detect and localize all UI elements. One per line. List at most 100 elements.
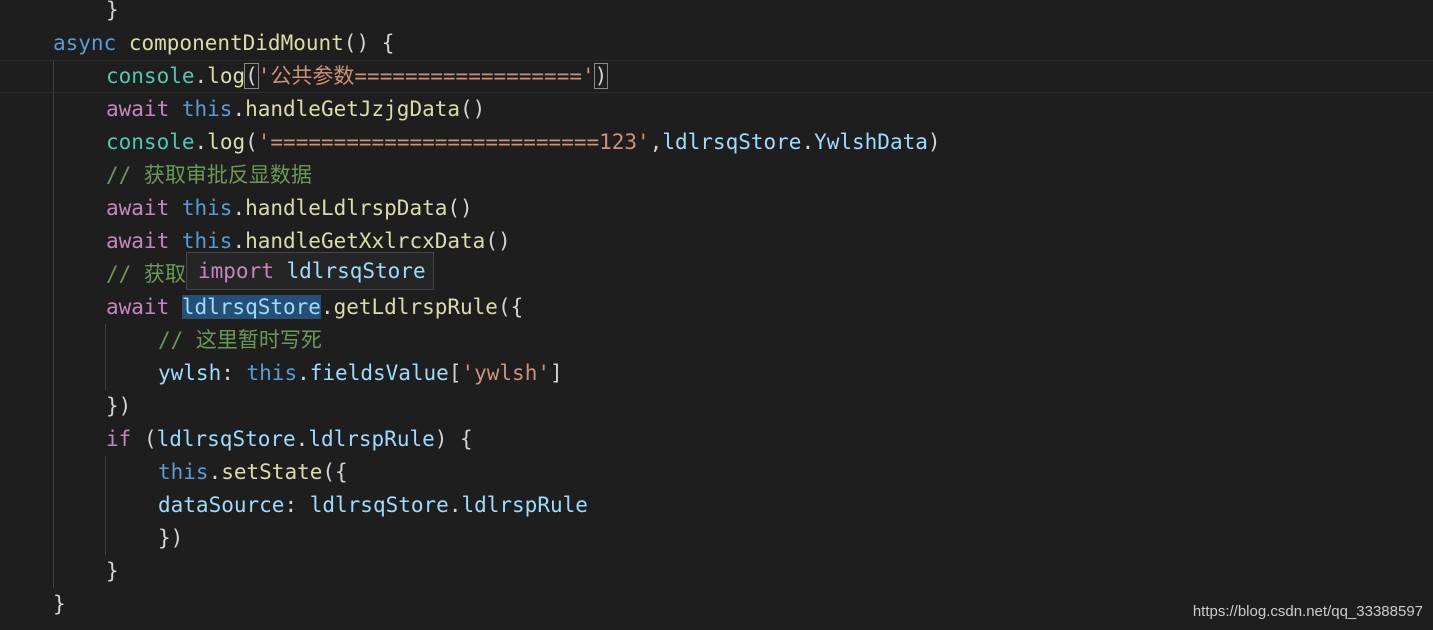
code-token: this bbox=[181, 196, 233, 220]
code-token: ldlrsqStore bbox=[181, 295, 321, 319]
hover-keyword: import bbox=[198, 259, 274, 283]
code-token: this bbox=[181, 97, 233, 121]
code-token: 'ywlsh' bbox=[461, 361, 550, 385]
code-token: ) bbox=[593, 63, 609, 89]
code-text: dataSource: ldlrsqStore.ldlrspRule bbox=[158, 489, 588, 522]
code-token: ywlsh bbox=[158, 361, 222, 385]
code-text: // 获取 bbox=[106, 258, 186, 291]
code-token: log bbox=[207, 64, 246, 88]
code-text: // 这里暂时写死 bbox=[158, 324, 322, 357]
code-token: '公共参数==================' bbox=[257, 64, 595, 88]
code-token: await bbox=[106, 229, 182, 253]
code-token: . bbox=[801, 130, 815, 154]
code-line[interactable]: this.setState({ bbox=[0, 456, 1433, 489]
code-line[interactable]: }) bbox=[0, 390, 1433, 423]
code-line[interactable]: // 这里暂时写死 bbox=[0, 324, 1433, 357]
code-text: // 获取审批反显数据 bbox=[106, 159, 312, 192]
code-token: '==========================123' bbox=[257, 130, 650, 154]
code-token: () bbox=[460, 97, 486, 121]
code-text: } bbox=[106, 0, 119, 27]
code-line[interactable]: console.log('公共参数==================') bbox=[0, 60, 1433, 93]
code-token: () bbox=[485, 229, 511, 253]
code-text: } bbox=[53, 588, 66, 621]
code-token: . bbox=[232, 97, 246, 121]
code-token: log bbox=[207, 130, 246, 154]
code-line[interactable]: }) bbox=[0, 522, 1433, 555]
code-token: . bbox=[208, 460, 222, 484]
code-token: ldlrspRule bbox=[461, 493, 588, 517]
code-text: console.log('公共参数==================') bbox=[106, 60, 609, 93]
code-token: . bbox=[297, 361, 310, 385]
code-line[interactable]: async componentDidMount() { bbox=[0, 27, 1433, 60]
code-text: console.log('==========================1… bbox=[106, 126, 941, 159]
code-line[interactable]: if (ldlrsqStore.ldlrspRule) { bbox=[0, 423, 1433, 456]
code-token: // 获取审批反显数据 bbox=[106, 163, 312, 187]
code-text: }) bbox=[106, 390, 131, 423]
code-token: setState bbox=[221, 460, 323, 484]
code-token: : bbox=[284, 493, 310, 517]
code-editor[interactable]: } async componentDidMount() {console.log(… bbox=[0, 0, 1433, 630]
code-token: ({ bbox=[322, 460, 348, 484]
code-token: this bbox=[181, 229, 233, 253]
code-text: }) bbox=[158, 522, 183, 555]
code-line[interactable]: await ldlrsqStore.getLdlrspRule({ bbox=[0, 291, 1433, 324]
code-text: await this.handleLdlrspData() bbox=[106, 192, 473, 225]
code-line[interactable]: await this.handleLdlrspData() bbox=[0, 192, 1433, 225]
code-token: ) bbox=[927, 130, 941, 154]
code-token: . bbox=[194, 130, 208, 154]
code-line[interactable]: ywlsh: this.fieldsValue['ywlsh'] bbox=[0, 357, 1433, 390]
code-token: handleGetXxlrcxData bbox=[245, 229, 486, 253]
code-token: ldlrsqStore bbox=[156, 427, 296, 451]
code-token: } bbox=[53, 592, 66, 616]
code-text: this.setState({ bbox=[158, 456, 348, 489]
code-token: . bbox=[295, 427, 309, 451]
watermark: https://blog.csdn.net/qq_33388597 bbox=[1192, 603, 1423, 620]
code-token: ldlrspRule bbox=[308, 427, 435, 451]
code-token: . bbox=[232, 229, 246, 253]
code-token: }) bbox=[158, 526, 184, 550]
code-text: if (ldlrsqStore.ldlrspRule) { bbox=[106, 423, 473, 456]
code-token: YwlshData bbox=[814, 130, 928, 154]
code-token: ( bbox=[245, 130, 258, 154]
code-token: , bbox=[649, 130, 663, 154]
code-token: ldlrsqStore bbox=[662, 130, 802, 154]
code-line[interactable]: await this.handleGetJzjgData() bbox=[0, 93, 1433, 126]
code-token: handleGetJzjgData bbox=[245, 97, 461, 121]
code-token: } bbox=[106, 559, 119, 583]
code-line[interactable]: dataSource: ldlrsqStore.ldlrspRule bbox=[0, 489, 1433, 522]
code-line[interactable]: } bbox=[0, 555, 1433, 588]
code-token: await bbox=[106, 196, 182, 220]
code-token: ldlrsqStore bbox=[309, 493, 449, 517]
code-token: . bbox=[194, 64, 208, 88]
code-token: await bbox=[106, 97, 182, 121]
code-token: // 这里暂时写死 bbox=[158, 328, 322, 352]
code-token: // 获取 bbox=[106, 262, 186, 286]
code-token: . bbox=[232, 196, 246, 220]
code-token: console bbox=[106, 130, 195, 154]
code-token: async bbox=[53, 31, 129, 55]
code-token: [ bbox=[448, 361, 462, 385]
code-token: handleLdlrspData bbox=[245, 196, 448, 220]
code-token: () { bbox=[343, 31, 395, 55]
code-token: ( bbox=[244, 63, 259, 89]
code-line[interactable]: console.log('==========================1… bbox=[0, 126, 1433, 159]
code-line[interactable]: } bbox=[0, 0, 1433, 27]
code-token: this bbox=[246, 361, 298, 385]
hover-identifier: ldlrsqStore bbox=[286, 259, 426, 283]
code-token: } bbox=[106, 0, 119, 22]
code-line[interactable]: // 获取审批反显数据 bbox=[0, 159, 1433, 192]
code-token: : bbox=[221, 361, 247, 385]
code-token: await bbox=[106, 295, 182, 319]
code-token: () bbox=[447, 196, 473, 220]
code-text: ywlsh: this.fieldsValue['ywlsh'] bbox=[158, 357, 563, 390]
code-token: ( bbox=[143, 427, 157, 451]
code-text: async componentDidMount() { bbox=[53, 27, 394, 60]
code-token: getLdlrspRule bbox=[333, 295, 498, 319]
code-token: console bbox=[106, 64, 195, 88]
code-token: dataSource bbox=[158, 493, 285, 517]
code-token: }) bbox=[106, 394, 132, 418]
code-text: await this.handleGetJzjgData() bbox=[106, 93, 485, 126]
code-token: ({ bbox=[497, 295, 524, 319]
code-token: fieldsValue bbox=[309, 361, 449, 385]
code-token: ] bbox=[550, 361, 563, 385]
